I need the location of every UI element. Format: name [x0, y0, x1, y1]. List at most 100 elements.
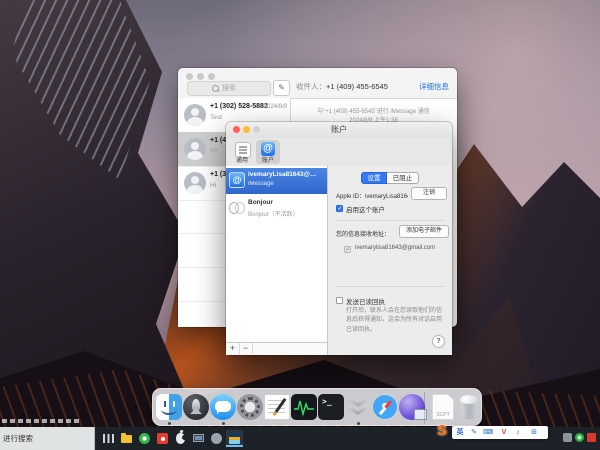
tab-label: 通用 — [230, 155, 254, 164]
running-indicator-installer — [357, 422, 360, 425]
sidebar-item-imessage[interactable]: ivemaryLisa81643@… iMessage — [226, 168, 327, 194]
account-detail-pane: 设置 已阻止 Apple ID：ivemaryLisa81643@gmail.c… — [328, 166, 452, 355]
recipient-value[interactable]: +1 (409) 455-6545 — [326, 82, 388, 91]
messages-titlebar[interactable]: 搜索 ✎ 收件人：+1 (409) 455-6545 详细信息 — [178, 68, 457, 99]
read-receipts-description: 打开后，联系人会在您读取他们的信息后获得通知，这会为所有对话启用已读回执。 — [346, 307, 444, 335]
sogou-logo[interactable]: S — [437, 422, 447, 439]
reachable-email: ivemarylisa81643@gmail.com — [355, 245, 435, 251]
trash-full-icon[interactable] — [456, 394, 482, 420]
textedit-icon[interactable] — [264, 394, 290, 420]
bonjour-icon — [229, 200, 245, 216]
accounts-preferences-window: 账户 通用 账户 ivemaryLisa81643@… iMessage — [226, 122, 452, 355]
tab-accounts[interactable]: 账户 — [256, 140, 280, 164]
activity-waveform — [291, 394, 317, 420]
red-app-icon[interactable] — [154, 430, 171, 447]
file-explorer-icon[interactable] — [118, 430, 135, 447]
conversation-preview: ?? — [210, 148, 217, 155]
search-placeholder: 搜索 — [222, 85, 236, 92]
gray-app-icon[interactable] — [208, 430, 225, 447]
enable-account-label[interactable]: 启用这个账户 — [346, 204, 385, 214]
taskbar-search-box[interactable]: 进行搜索 — [0, 427, 95, 450]
sogou-input-bar: S 英 ✎ ⌨ V ♪ ⊞ — [452, 426, 548, 439]
launchpad-icon[interactable] — [183, 394, 209, 420]
toolbox-icon[interactable]: ⊞ — [528, 426, 540, 439]
reachable-label: 您的信息接收地址： — [336, 229, 390, 238]
tray-red-icon[interactable] — [587, 433, 596, 442]
segment-settings[interactable]: 设置 — [361, 172, 387, 184]
zoom-button[interactable] — [208, 73, 215, 80]
screen: 搜索 ✎ 收件人：+1 (409) 455-6545 详细信息 +1 (302)… — [0, 0, 600, 450]
avatar — [184, 104, 206, 126]
soft-keyboard-icon[interactable]: ⌨ — [482, 426, 494, 439]
sign-out-button[interactable]: 注销 — [411, 187, 447, 200]
zoom-button-disabled — [253, 126, 260, 133]
email-checkbox[interactable] — [344, 246, 351, 253]
account-title: Bonjour — [248, 199, 324, 206]
tray-green-icon[interactable] — [575, 433, 584, 442]
account-subtitle: Bonjour（不活跃） — [248, 209, 324, 218]
add-account-button[interactable]: + — [226, 343, 240, 354]
help-button[interactable]: ? — [432, 335, 445, 348]
conversation-preview: Test — [210, 114, 222, 121]
task-view-icon[interactable] — [100, 430, 117, 447]
terminal-icon[interactable] — [318, 394, 344, 420]
prefs-body: ivemaryLisa81643@… iMessage Bonjour Bonj… — [226, 166, 452, 355]
accounts-at-icon — [261, 142, 275, 156]
tab-label: 账户 — [256, 155, 280, 164]
avatar — [184, 172, 206, 194]
network-globe-icon[interactable] — [399, 394, 425, 420]
minimize-button[interactable] — [197, 73, 204, 80]
details-button[interactable]: 详细信息 — [419, 78, 449, 96]
installer-stack-icon[interactable] — [345, 394, 371, 420]
accounts-sidebar: ivemaryLisa81643@… iMessage Bonjour Bonj… — [226, 166, 328, 355]
enable-account-checkbox[interactable] — [336, 205, 343, 212]
thread-header-line1: 与“+1 (409) 455-6545”进行 iMessage 通信 — [290, 106, 457, 115]
messages-icon[interactable] — [210, 394, 236, 420]
voice-v-icon[interactable]: V — [498, 426, 510, 439]
prefs-titlebar[interactable]: 账户 — [226, 122, 452, 138]
remove-account-button[interactable]: − — [239, 343, 253, 354]
tray-gray-icon[interactable] — [563, 433, 572, 442]
search-icon — [212, 85, 219, 92]
divider — [336, 286, 444, 287]
conversation-name: +1 (302) 528-5882 — [210, 103, 268, 110]
safari-icon[interactable] — [372, 394, 398, 420]
system-preferences-icon[interactable] — [237, 394, 263, 420]
read-receipts-label[interactable]: 发送已读回执 — [346, 296, 385, 306]
apple-id-row: Apple ID：ivemaryLisa81643@gmail.com — [336, 191, 408, 200]
close-button[interactable] — [186, 73, 193, 80]
segment-blocked[interactable]: 已阻止 — [387, 172, 419, 184]
minimize-button[interactable] — [243, 126, 250, 133]
apple-app-icon[interactable] — [172, 430, 189, 447]
finder-icon[interactable] — [156, 394, 182, 420]
monitor-app-icon[interactable] — [190, 430, 207, 447]
sound-icon[interactable]: ♪ — [512, 426, 524, 439]
sidebar-item-bonjour[interactable]: Bonjour Bonjour（不活跃） — [226, 196, 327, 222]
compose-button[interactable]: ✎ — [273, 80, 290, 96]
avatar — [184, 138, 206, 160]
divider — [336, 220, 444, 221]
read-receipts-checkbox[interactable] — [336, 297, 343, 304]
vmware-icon[interactable] — [226, 430, 243, 447]
tab-general[interactable]: 通用 — [230, 140, 254, 164]
account-subtitle: iMessage — [248, 181, 324, 187]
dock-separator — [424, 392, 425, 424]
close-button[interactable] — [233, 126, 240, 133]
taskbar-search-text: 进行搜索 — [3, 434, 33, 443]
handwriting-icon[interactable]: ✎ — [468, 426, 480, 439]
apple-id-value: ivemaryLisa81643@gmail.com — [365, 194, 408, 200]
imessage-account-icon — [229, 172, 245, 188]
green-app-icon[interactable] — [136, 430, 153, 447]
desktop-watermark — [2, 419, 82, 423]
add-email-button[interactable]: 添加电子邮件 — [399, 225, 449, 238]
sidebar-footer: + − — [226, 342, 327, 355]
running-indicator-messages — [222, 422, 225, 425]
running-indicator-finder — [168, 422, 171, 425]
scpt-file-label: SCPT — [430, 412, 456, 418]
applescript-file-icon[interactable]: SCPT — [430, 394, 456, 420]
activity-monitor-icon[interactable] — [291, 394, 317, 420]
account-title: ivemaryLisa81643@… — [248, 171, 324, 178]
input-mode-toggle[interactable]: 英 — [454, 426, 466, 439]
search-input[interactable]: 搜索 — [187, 81, 271, 96]
window-title: 账户 — [331, 125, 347, 134]
